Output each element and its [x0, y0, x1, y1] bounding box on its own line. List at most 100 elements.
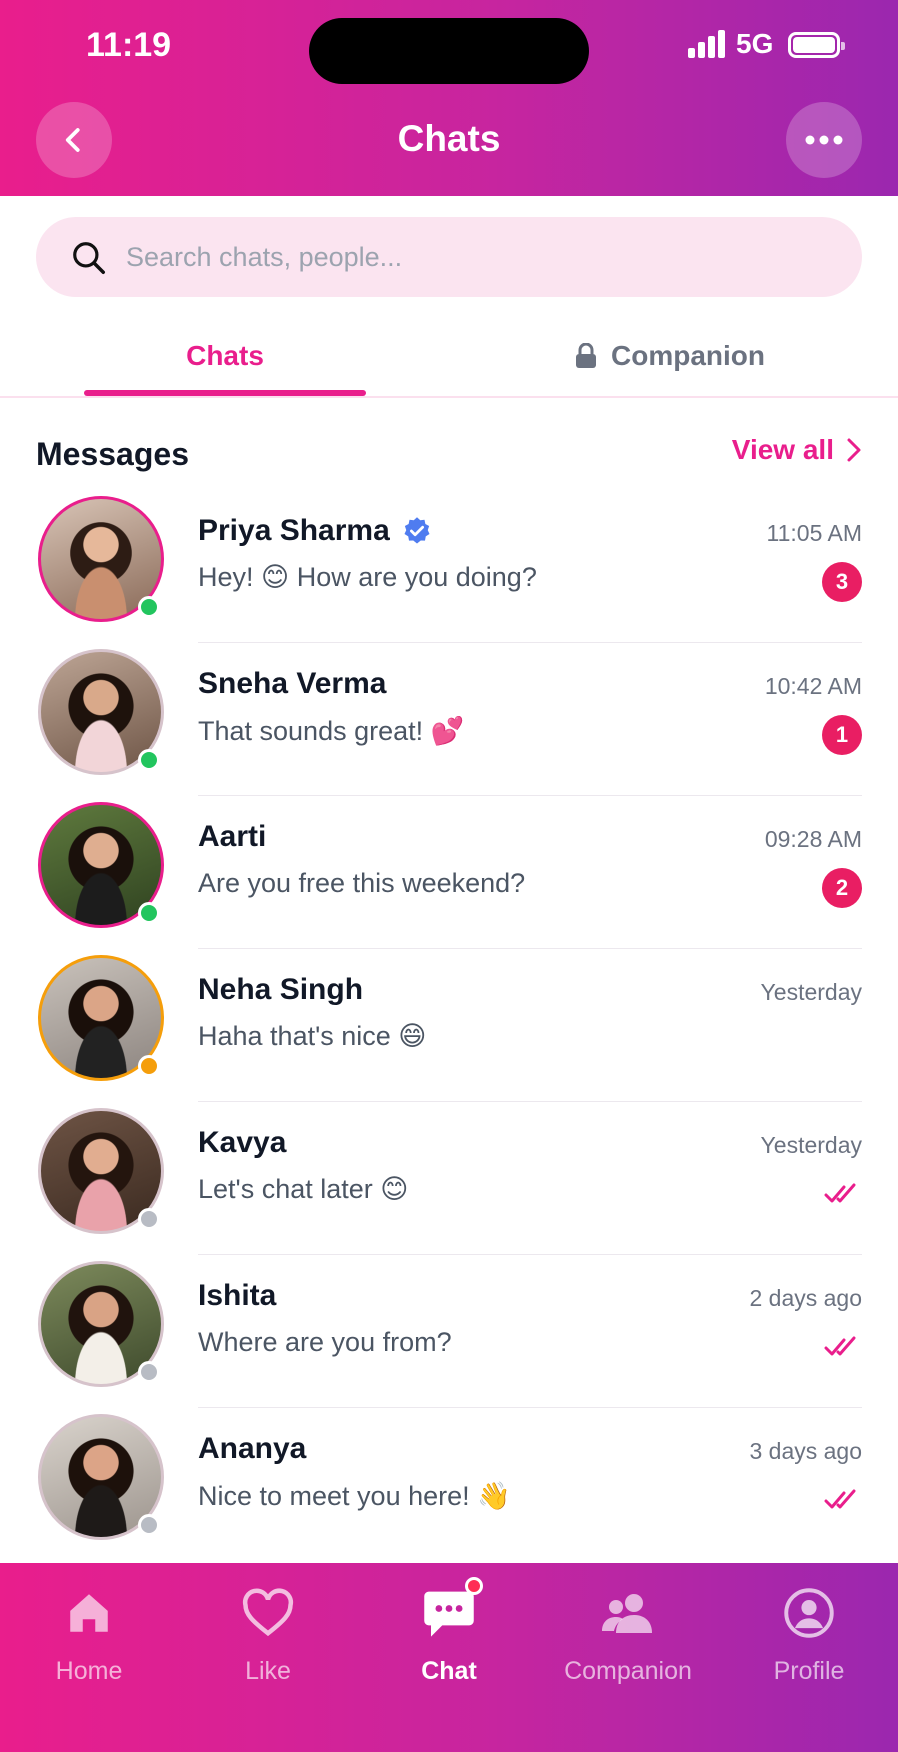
network-label: 5G [736, 28, 774, 59]
nav-like[interactable]: Like [183, 1585, 353, 1705]
people-icon [600, 1585, 656, 1641]
contact-name: Kavya [198, 1126, 287, 1159]
search-icon [73, 242, 105, 274]
page-title: Chats [397, 118, 501, 159]
message-text: Nice to meet you here! [198, 1481, 478, 1511]
active-tab-indicator [84, 390, 366, 396]
app-header: 11:19 5G Chats [0, 0, 898, 196]
message-text: That sounds great! [198, 716, 431, 746]
home-icon [61, 1585, 117, 1641]
chat-row[interactable]: Kavya Yesterday Let's chat later 😊 [0, 1102, 898, 1255]
tab-companion-label: Companion [611, 340, 765, 371]
nav-chat-label: Chat [421, 1657, 477, 1685]
search-input[interactable] [126, 217, 826, 297]
message-emoji: 😄 [398, 1021, 427, 1052]
message-time: Yesterday [760, 1132, 862, 1158]
offline-indicator [138, 1361, 160, 1383]
chat-row[interactable]: Neha Singh Yesterday Haha that's nice 😄 [0, 949, 898, 1102]
nav-profile-label: Profile [773, 1657, 845, 1685]
online-indicator [138, 749, 160, 771]
chat-row[interactable]: Aarti 09:28 AM Are you free this weekend… [0, 796, 898, 949]
avatar-wrapper [38, 1414, 164, 1540]
unread-badge: 1 [822, 715, 862, 755]
message-emoji: 👋 [477, 1481, 511, 1512]
chat-row[interactable]: Ishita 2 days ago Where are you from? [0, 1255, 898, 1408]
nav-chat[interactable]: Chat [364, 1577, 534, 1705]
nav-companion[interactable]: Companion [543, 1585, 713, 1705]
message-preview: Haha that's nice 😄 [198, 1021, 426, 1052]
message-time: 3 days ago [749, 1438, 862, 1464]
view-all-label: View all [731, 434, 834, 465]
message-preview: Hey! 😊 How are you doing? [198, 562, 537, 593]
contact-name-text: Priya Sharma [198, 514, 390, 547]
signal-icon [688, 30, 728, 58]
chat-row[interactable]: Sneha Verma 10:42 AM That sounds great! … [0, 643, 898, 796]
verified-badge-icon [404, 517, 430, 544]
message-preview: Are you free this weekend? [198, 868, 526, 898]
view-all-link[interactable]: View all [732, 434, 862, 466]
profile-icon [781, 1585, 837, 1641]
contact-name: Ishita [198, 1279, 277, 1312]
double-check-icon [824, 1336, 856, 1356]
message-text: Let's chat later [198, 1174, 381, 1204]
messages-heading: Messages [36, 436, 189, 472]
double-check-icon [824, 1489, 856, 1509]
tab-companion[interactable]: Companion [560, 316, 780, 396]
message-preview: Let's chat later 😊 [198, 1174, 408, 1205]
nav-companion-label: Companion [564, 1657, 692, 1685]
status-time: 11:19 [86, 26, 172, 64]
chat-row[interactable]: Priya Sharma 11:05 AM Hey! 😊 How are you… [0, 490, 898, 643]
message-time: 09:28 AM [764, 826, 862, 852]
message-preview: Nice to meet you here! 👋 [198, 1480, 511, 1512]
avatar-wrapper [38, 955, 164, 1081]
online-indicator [138, 596, 160, 618]
online-indicator [138, 902, 160, 924]
message-text-after: How are you doing? [289, 562, 537, 592]
chat-list: Priya Sharma 11:05 AM Hey! 😊 How are you… [0, 490, 898, 1561]
message-preview: That sounds great! 💕 [198, 715, 464, 747]
heart-icon [240, 1585, 296, 1641]
avatar-wrapper [38, 1108, 164, 1234]
unread-badge: 3 [822, 562, 862, 602]
offline-indicator [138, 1514, 160, 1536]
message-preview: Where are you from? [198, 1327, 452, 1357]
message-time: 10:42 AM [764, 673, 862, 699]
message-time: 2 days ago [749, 1285, 862, 1311]
double-check-icon [824, 1183, 856, 1203]
message-emoji: 😊 [380, 1174, 409, 1205]
tab-bar: Chats Companion [0, 316, 898, 398]
nav-home[interactable]: Home [4, 1585, 174, 1705]
contact-name: Sneha Verma [198, 667, 387, 700]
tab-chats[interactable]: Chats [84, 316, 366, 396]
away-indicator [138, 1055, 160, 1077]
lock-icon [576, 343, 596, 368]
message-text: Haha that's nice [198, 1021, 399, 1051]
avatar-wrapper [38, 1261, 164, 1387]
avatar-wrapper [38, 496, 164, 622]
nav-like-label: Like [245, 1657, 291, 1685]
bottom-navigation: Home Like Chat Companion Profile [0, 1563, 898, 1752]
status-bar: 11:19 5G [0, 0, 898, 90]
search-bar[interactable] [36, 217, 862, 297]
message-emoji: 💕 [430, 716, 465, 747]
notification-dot [465, 1577, 483, 1595]
message-time: Yesterday [760, 979, 862, 1005]
chevron-right-icon [847, 438, 861, 462]
message-text: Hey! [198, 562, 262, 592]
nav-profile[interactable]: Profile [724, 1585, 894, 1705]
contact-name: Priya Sharma [198, 514, 432, 548]
dynamic-island [309, 18, 589, 84]
chat-icon [421, 1577, 483, 1641]
battery-icon [788, 32, 845, 58]
chat-row[interactable]: Ananya 3 days ago Nice to meet you here!… [0, 1408, 898, 1561]
offline-indicator [138, 1208, 160, 1230]
contact-name: Neha Singh [198, 973, 364, 1006]
contact-name: Ananya [198, 1432, 307, 1465]
message-emoji: 😊 [261, 562, 290, 593]
unread-badge: 2 [822, 868, 862, 908]
avatar-wrapper [38, 802, 164, 928]
nav-home-label: Home [55, 1657, 123, 1685]
contact-name: Aarti [198, 820, 267, 853]
avatar-wrapper [38, 649, 164, 775]
more-options-button[interactable] [786, 102, 862, 178]
